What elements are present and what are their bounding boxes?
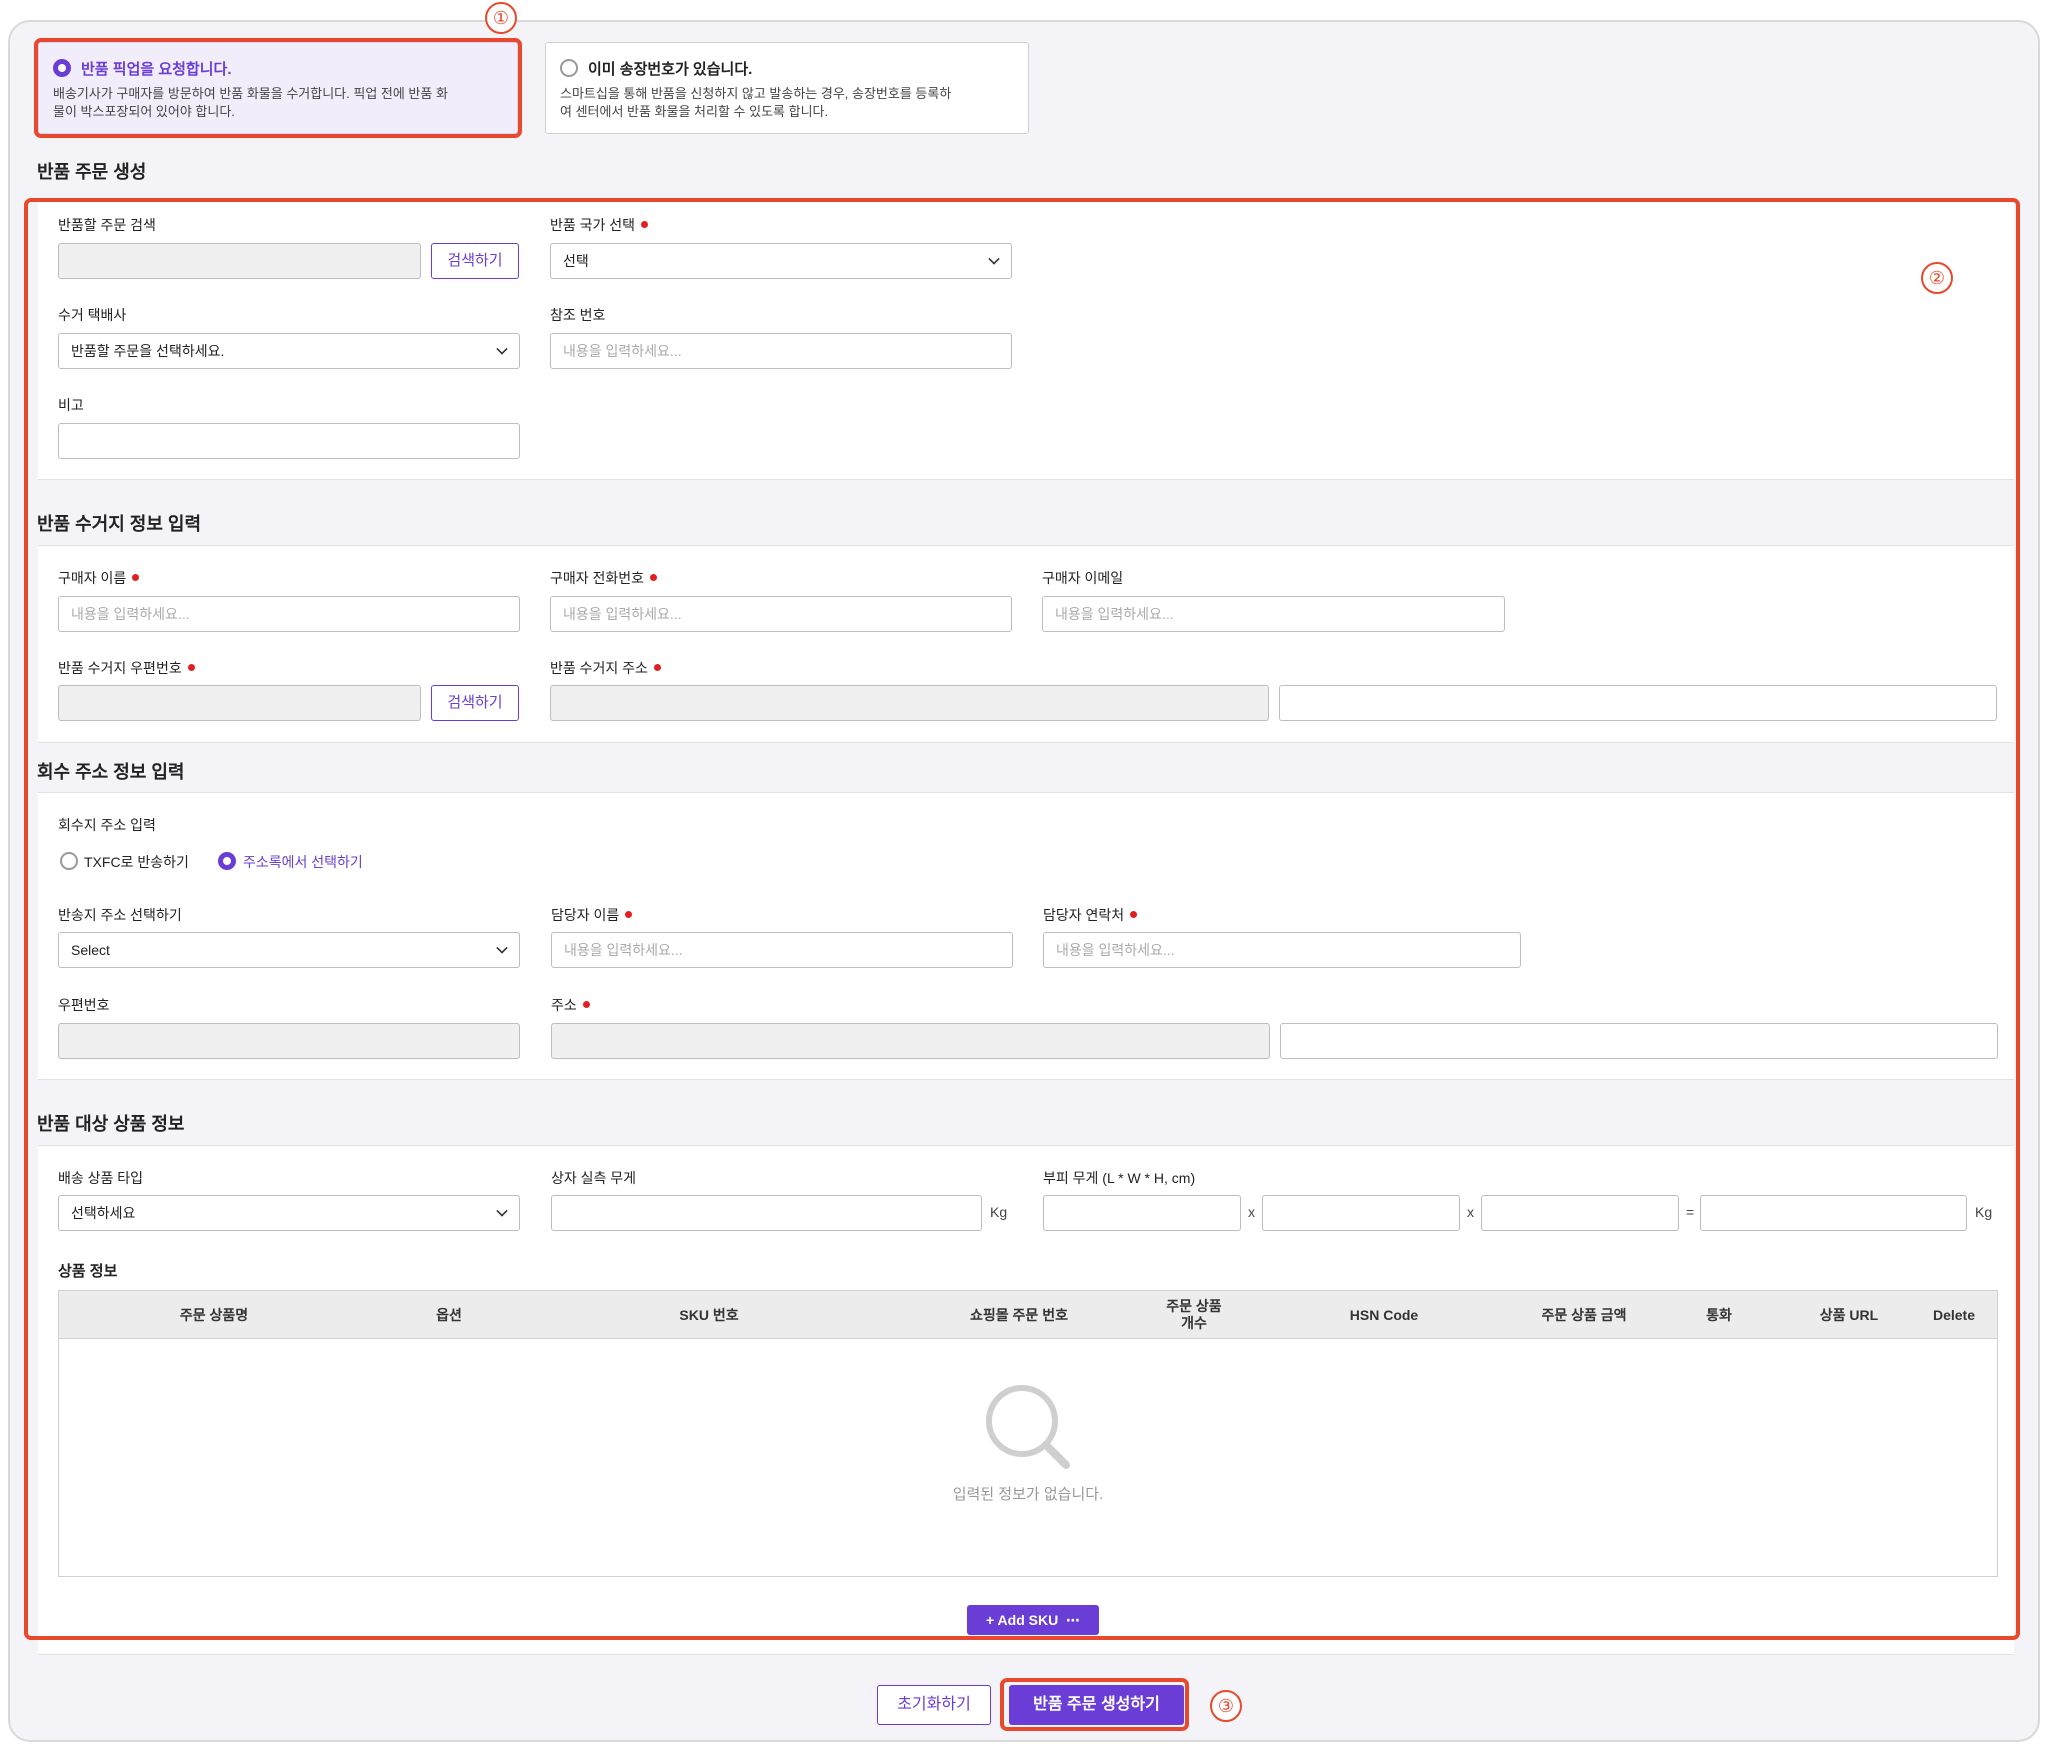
option-have-invoice[interactable]: 이미 송장번호가 있습니다. 스마트십을 통해 반품을 신청하지 않고 발송하는… <box>545 42 1029 134</box>
option-title: 이미 송장번호가 있습니다. <box>588 61 753 78</box>
radio-have-invoice[interactable] <box>560 59 578 77</box>
highlight-box-2 <box>24 198 2020 1640</box>
highlight-box-1 <box>34 38 522 138</box>
annotation-2: ② <box>1921 262 1953 294</box>
highlight-box-3 <box>1000 1678 1189 1731</box>
option-desc-line1: 스마트십을 통해 반품을 신청하지 않고 발송하는 경우, 송장번호를 등록하 <box>560 86 952 101</box>
reset-button[interactable]: 초기화하기 <box>877 1685 991 1725</box>
section-title-create: 반품 주문 생성 <box>37 162 147 182</box>
annotation-1: ① <box>485 2 517 34</box>
option-desc-line2: 여 센터에서 반품 화물을 처리할 수 있도록 합니다. <box>560 104 829 119</box>
annotation-3: ③ <box>1210 1690 1242 1722</box>
